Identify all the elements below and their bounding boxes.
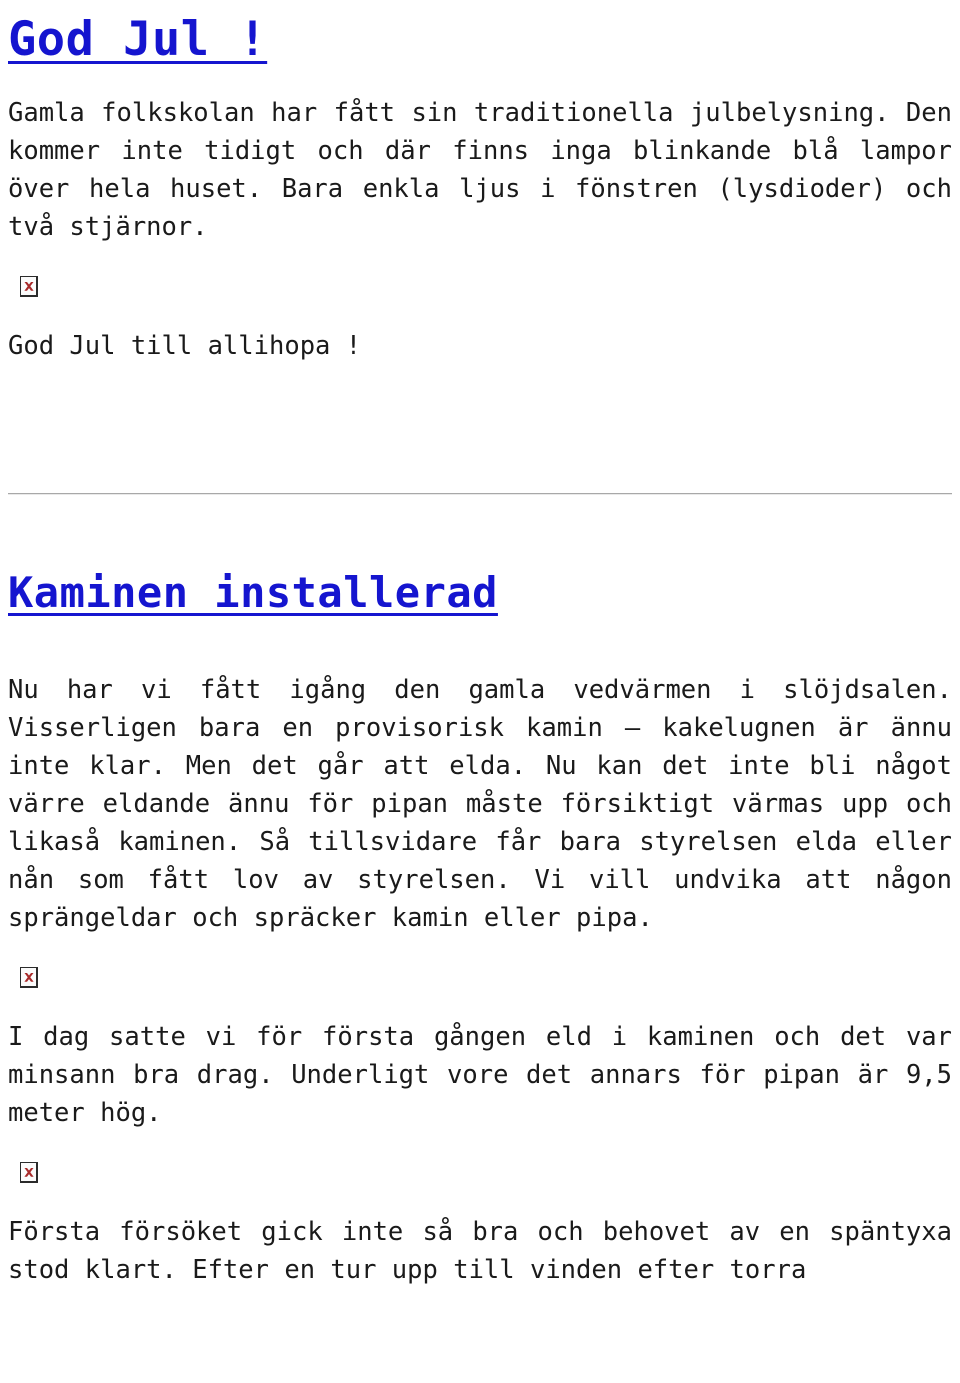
pre-divider-spacer <box>8 365 952 435</box>
paragraph-gap-3 <box>8 1132 952 1162</box>
post-image-wrapper-3 <box>8 1162 952 1183</box>
post-paragraph-spantyxa: Första försöket gick inte så bra och beh… <box>8 1217 952 1285</box>
broken-image-icon[interactable] <box>20 967 38 988</box>
post-paragraph-forsta-elden: I dag satte vi för första gången eld i k… <box>8 1022 952 1128</box>
pre-divider-spacer-2 <box>8 435 952 493</box>
image-gap <box>8 297 952 327</box>
post-title-god-jul[interactable]: God Jul ! <box>8 10 952 70</box>
post-image-wrapper-2 <box>8 967 952 988</box>
image-gap-2 <box>8 988 952 1018</box>
image-gap-3 <box>8 1183 952 1213</box>
broken-image-icon[interactable] <box>20 276 38 297</box>
top-spacer <box>8 0 952 10</box>
page-content: God Jul ! Gamla folkskolan har fått sin … <box>0 0 960 1289</box>
post-divider-spacer <box>8 495 952 565</box>
post-paragraph-greeting: God Jul till allihopa ! <box>8 331 362 361</box>
post-paragraph-kamin-intro: Nu har vi fått igång den gamla vedvärmen… <box>8 675 952 933</box>
broken-image-icon[interactable] <box>20 1162 38 1183</box>
title-gap-2 <box>8 621 952 671</box>
paragraph-gap-2 <box>8 937 952 967</box>
post-paragraph-julbelysning: Gamla folkskolan har fått sin traditione… <box>8 98 952 242</box>
title-gap <box>8 70 952 94</box>
post-image-wrapper-1 <box>8 276 952 297</box>
post-title-kaminen-installerad[interactable]: Kaminen installerad <box>8 565 952 621</box>
